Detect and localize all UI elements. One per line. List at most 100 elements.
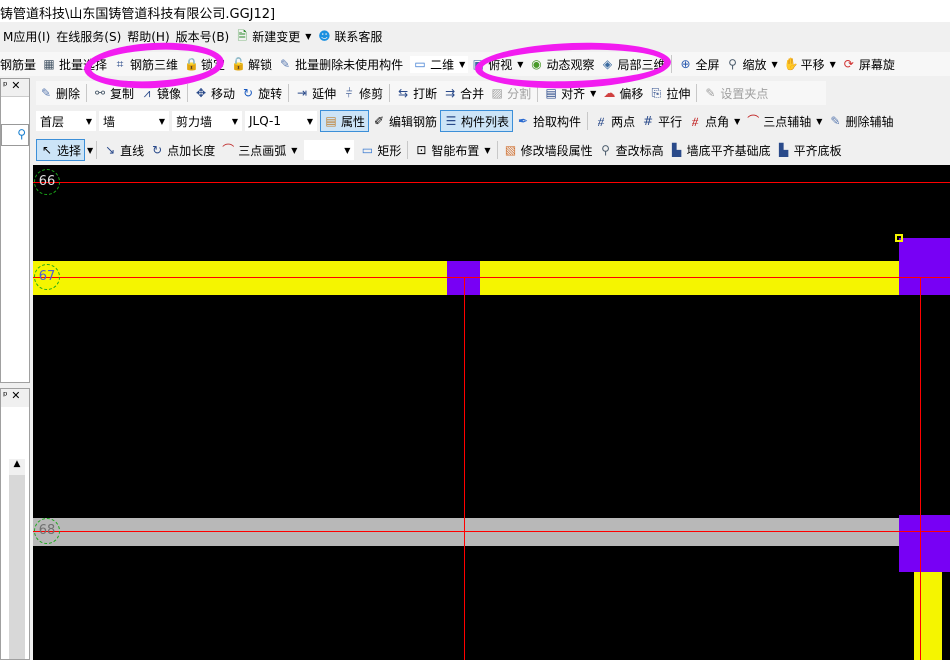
axis-line-vertical — [464, 277, 465, 660]
two-point-axis-button[interactable]: ⧣ 两点 — [591, 113, 638, 130]
three-point-axis-dropdown[interactable]: ⌒ 三点辅轴 ▼ — [743, 113, 825, 130]
2d-icon: ▭ — [414, 57, 426, 71]
pin-close-icons[interactable]: ᵖ ✕ — [1, 79, 29, 97]
modify-wall-button[interactable]: ▧ 修改墙段属性 — [501, 142, 596, 159]
point-length-icon: ↻ — [152, 143, 163, 157]
zoom-extents-icon: ⊕ — [680, 57, 691, 71]
floor-select[interactable]: 首层 ▼ — [36, 111, 96, 131]
toolbar-edit: ✎ 删除 ⚯ 复制 ⩘ 镜像 ✥ 移动 ↻ 旋转 ⇥ 延伸 ⫩ 修剪 ⇆ 打断 ⇉ 合并 ▨ 分割 … — [36, 81, 826, 105]
slab-bottom-align-button[interactable]: ▙ 平齐底板 — [774, 142, 845, 159]
column — [899, 515, 950, 572]
menu-version[interactable]: 版本号(B) — [173, 28, 233, 45]
delete-axis-button[interactable]: ✎ 删除辅轴 — [825, 113, 896, 130]
scrollbar[interactable]: ▲ — [9, 459, 25, 659]
mirror-button[interactable]: ⩘ 镜像 — [137, 85, 184, 102]
column — [899, 238, 950, 295]
local-3d-icon: ◈ — [602, 57, 613, 71]
new-change-button[interactable]: 🗎 新建变更 ▼ — [232, 28, 314, 45]
axis-line-67 — [33, 277, 950, 278]
component-list-button[interactable]: ☰ 构件列表 — [440, 110, 514, 132]
point-length-button[interactable]: ↻ 点加长度 — [147, 142, 218, 159]
stretch-icon: ⎘ — [651, 86, 662, 100]
brush-icon: ✎ — [280, 57, 291, 71]
copy-button[interactable]: ⚯ 复制 — [90, 85, 137, 102]
local-3d-button[interactable]: ◈ 局部三维 — [597, 56, 668, 73]
screen-rotate-button[interactable]: ⟳ 屏幕旋 — [839, 56, 898, 73]
align-bottom-icon: ▙ — [671, 143, 682, 157]
unlock-button[interactable]: 🔓 解锁 — [228, 56, 275, 73]
trim-button[interactable]: ⫩ 修剪 — [339, 85, 386, 102]
support-button[interactable]: ☻ 联系客服 — [314, 28, 385, 45]
move-button[interactable]: ✥ 移动 — [191, 85, 238, 102]
toolbar-main: 钢筋量 ▦ 批量选择 ⌗ 钢筋三维 🔒 锁定 🔓 解锁 ✎ 批量删除未使用构件 ▭ 二维 ▼ … — [0, 52, 950, 76]
drawing-canvas[interactable]: 66 67 68 — [33, 165, 950, 660]
rebar-3d-icon: ⌗ — [116, 57, 124, 71]
set-grip-button[interactable]: ✎ 设置夹点 — [700, 85, 771, 102]
subtype-select[interactable]: 剪力墙 ▼ — [172, 111, 242, 131]
dynamic-view-button[interactable]: ◉ 动态观察 — [526, 56, 597, 73]
select-button[interactable]: ↖ 选择 — [36, 139, 86, 161]
toolbar-draw: ↖ 选择 ▼ ↘ 直线 ↻ 点加长度 ⌒ 三点画弧 ▼ ▼ ▭ 矩形 ⊡ 智能布置 ▼ ▧ 修改墙段… — [36, 138, 896, 162]
smart-layout-dropdown[interactable]: ⊡ 智能布置 ▼ — [411, 142, 493, 159]
wall-bottom-align-button[interactable]: ▙ 墙底平齐基础底 — [667, 142, 774, 159]
split-icon: ▨ — [491, 86, 503, 100]
modify-elevation-button[interactable]: ⚲ 查改标高 — [596, 142, 667, 159]
merge-icon: ⇉ — [445, 86, 456, 100]
arc-dropdown[interactable]: ⌒ 三点画弧 ▼ — [218, 142, 300, 159]
delete-button[interactable]: ✎ 删除 — [36, 85, 83, 102]
top-view-dropdown[interactable]: ▣ 俯视 ▼ — [468, 56, 526, 73]
fullscreen-button[interactable]: ⊕ 全屏 — [675, 56, 722, 73]
align-icon: ▤ — [545, 86, 557, 100]
line-icon: ↘ — [105, 143, 116, 157]
eyedropper-icon: ✒ — [518, 114, 529, 128]
pencil-icon: ✐ — [373, 114, 385, 128]
window-title: 铸管道科技\山东国铸管道科技有限公司.GGJ12] — [0, 0, 950, 22]
rotate-button[interactable]: ↻ 旋转 — [238, 85, 285, 102]
split-button[interactable]: ▨ 分割 — [487, 85, 534, 102]
axis-line-vertical — [920, 277, 921, 660]
view-mode-dropdown[interactable]: ▭ 二维 ▼ — [410, 55, 469, 73]
stretch-button[interactable]: ⎘ 拉伸 — [646, 85, 693, 102]
offset-button[interactable]: ☁ 偏移 — [599, 85, 646, 102]
draw-combo[interactable]: ▼ — [304, 140, 355, 160]
zoom-dropdown[interactable]: ⚲ 缩放 ▼ — [722, 56, 780, 73]
rect-button[interactable]: ▭ 矩形 — [357, 142, 404, 159]
extend-button[interactable]: ⇥ 延伸 — [292, 85, 339, 102]
menu-online[interactable]: 在线服务(S) — [53, 28, 124, 45]
parallel-icon: # — [643, 114, 654, 128]
batch-select-button[interactable]: ▦ 批量选择 — [39, 56, 110, 73]
batch-select-icon: ▦ — [43, 57, 55, 71]
two-point-icon: ⧣ — [597, 114, 605, 128]
property-button[interactable]: ▤ 属性 — [320, 110, 370, 132]
unlock-icon: 🔓 — [231, 57, 247, 71]
component-select[interactable]: JLQ-1 ▼ — [245, 111, 317, 131]
rebar-3d-button[interactable]: ⌗ 钢筋三维 — [110, 56, 181, 73]
pin-close-icons-2[interactable]: ᵖ ✕ — [1, 389, 29, 407]
align-dropdown[interactable]: ▤ 对齐 ▼ — [541, 85, 599, 102]
parallel-axis-button[interactable]: # 平行 — [638, 113, 685, 130]
point-angle-dropdown[interactable]: ⧣ 点角 ▼ — [685, 113, 743, 130]
axis-line-66 — [33, 182, 950, 183]
toolbar-component: 首层 ▼ 墙 ▼ 剪力墙 ▼ JLQ-1 ▼ ▤ 属性 ✐ 编辑钢筋 ☰ 构件列表 ✒ 拾取构件… — [36, 109, 950, 133]
axis-line-68 — [33, 531, 950, 532]
rebar-qty-button[interactable]: 钢筋量 — [0, 56, 39, 73]
brush-icon: ✎ — [40, 86, 52, 100]
menu-app[interactable]: M应用(I) — [0, 28, 53, 45]
type-select[interactable]: 墙 ▼ — [99, 111, 169, 131]
line-button[interactable]: ↘ 直线 — [100, 142, 147, 159]
lock-button[interactable]: 🔒 锁定 — [181, 56, 228, 73]
align-bottom-icon: ▙ — [778, 143, 789, 157]
menu-bar: M应用(I) 在线服务(S) 帮助(H) 版本号(B) 🗎 新建变更 ▼ ☻ 联系客服 — [0, 24, 950, 48]
pan-dropdown[interactable]: ✋ 平移 ▼ — [781, 56, 839, 73]
select-dropdown[interactable]: ▼ — [87, 146, 93, 155]
selection-grip[interactable] — [895, 234, 903, 242]
magnifier-icon: ⚲ — [728, 57, 737, 71]
edit-rebar-button[interactable]: ✐ 编辑钢筋 — [369, 113, 440, 130]
merge-button[interactable]: ⇉ 合并 — [440, 85, 487, 102]
pick-component-button[interactable]: ✒ 拾取构件 — [513, 113, 584, 130]
batch-delete-button[interactable]: ✎ 批量删除未使用构件 — [275, 56, 406, 73]
search-icon[interactable]: ⚲ — [17, 127, 26, 141]
menu-help[interactable]: 帮助(H) — [124, 28, 172, 45]
support-icon: ☻ — [318, 29, 331, 43]
break-button[interactable]: ⇆ 打断 — [393, 85, 440, 102]
